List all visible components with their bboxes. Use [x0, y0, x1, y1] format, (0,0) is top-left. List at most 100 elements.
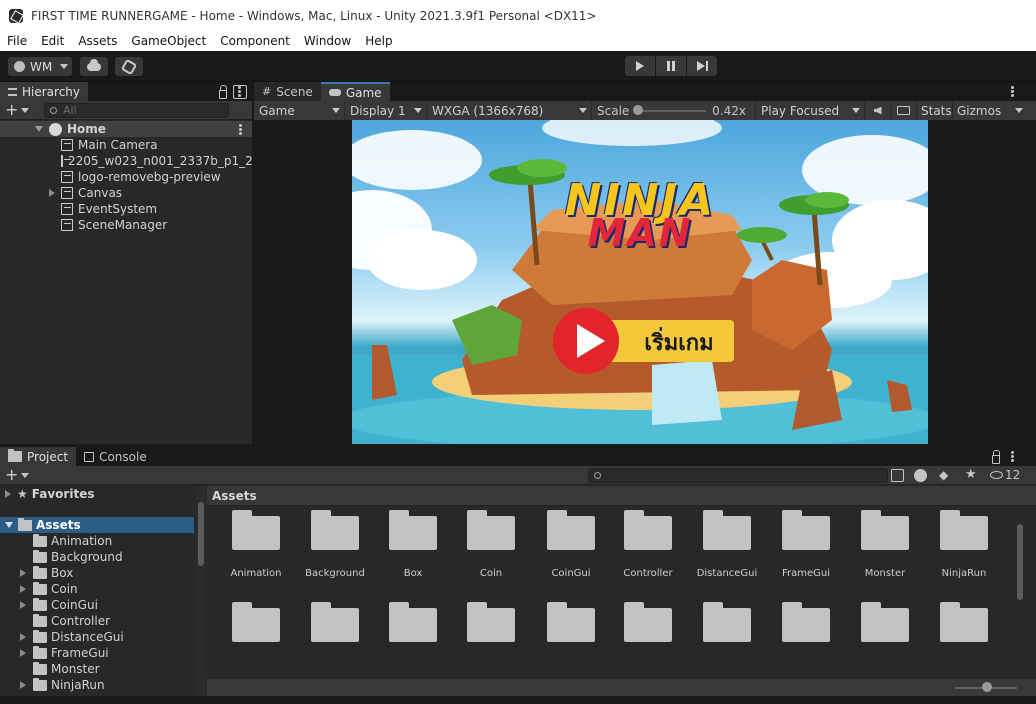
expand-arrow-icon[interactable]: [35, 126, 43, 132]
folder-tree-item[interactable]: Coin: [0, 581, 194, 597]
asset-folder[interactable]: CoinGui: [532, 506, 610, 588]
hierarchy-search-input[interactable]: All: [44, 103, 229, 118]
start-game-button[interactable]: เริ่มเกม: [624, 327, 734, 357]
lock-icon[interactable]: [219, 85, 227, 99]
asset-folder[interactable]: [296, 598, 374, 680]
project-search-input[interactable]: [588, 468, 888, 483]
pause-button[interactable]: [656, 56, 686, 76]
shortcuts-button[interactable]: [891, 101, 917, 120]
hierarchy-item[interactable]: logo-removebg-preview: [0, 169, 252, 185]
expand-arrow-icon[interactable]: [20, 585, 26, 593]
expand-arrow-icon[interactable]: [20, 569, 26, 577]
filter-by-type-icon[interactable]: [914, 469, 927, 482]
scene-row[interactable]: Home: [0, 121, 252, 137]
hidden-packages-button[interactable]: 12: [990, 468, 1020, 482]
hierarchy-item[interactable]: Main Camera: [0, 137, 252, 153]
tab-scene[interactable]: # Scene: [254, 82, 321, 101]
favorite-star-icon[interactable]: ★: [965, 467, 977, 482]
folder-tree-item[interactable]: FrameGui: [0, 645, 194, 661]
menu-window[interactable]: Window: [297, 34, 358, 48]
menu-component[interactable]: Component: [213, 34, 297, 48]
scene-menu-icon[interactable]: [239, 124, 242, 135]
expand-arrow-icon[interactable]: [20, 633, 26, 641]
asset-folder[interactable]: [846, 598, 924, 680]
display-dropdown[interactable]: Display 1: [345, 101, 427, 120]
menu-help[interactable]: Help: [358, 34, 399, 48]
asset-folder[interactable]: Animation: [217, 506, 295, 588]
asset-folder[interactable]: [217, 598, 295, 680]
hierarchy-item[interactable]: 2205_w023_n001_2337b_p1_2: [0, 153, 252, 169]
asset-folder[interactable]: Background: [296, 506, 374, 588]
assets-root-row[interactable]: Assets: [0, 517, 194, 533]
mute-audio-button[interactable]: [865, 101, 891, 120]
play-mode-dropdown[interactable]: Play Focused: [755, 101, 865, 120]
game-mode-dropdown[interactable]: Game: [254, 101, 345, 120]
scale-slider-track[interactable]: [638, 110, 706, 112]
menu-gameobject[interactable]: GameObject: [124, 34, 213, 48]
game-menu-icon[interactable]: [1011, 86, 1014, 97]
asset-folder[interactable]: Controller: [609, 506, 687, 588]
expand-arrow-icon[interactable]: [49, 189, 55, 197]
cloud-button[interactable]: [80, 57, 108, 76]
asset-folder[interactable]: Monster: [846, 506, 924, 588]
asset-folder[interactable]: DistanceGui: [688, 506, 766, 588]
folder-tree-item[interactable]: DistanceGui: [0, 629, 194, 645]
folder-tree-item[interactable]: Animation: [0, 533, 194, 549]
scrollbar-thumb[interactable]: [1017, 524, 1023, 600]
folder-tree-item[interactable]: CoinGui: [0, 597, 194, 613]
stats-button[interactable]: Stats: [917, 101, 953, 120]
lock-icon[interactable]: [992, 450, 1000, 464]
create-button[interactable]: +: [5, 102, 30, 118]
expand-arrow-icon[interactable]: [20, 681, 26, 689]
gizmos-dropdown[interactable]: Gizmos: [953, 101, 1011, 120]
menu-file[interactable]: File: [0, 34, 34, 48]
expand-arrow-icon[interactable]: [20, 601, 26, 609]
expand-arrow-icon[interactable]: [5, 522, 13, 528]
folder-tree-item[interactable]: Monster: [0, 661, 194, 677]
step-button[interactable]: [687, 56, 717, 76]
expand-arrow-icon[interactable]: [5, 490, 11, 498]
game-render[interactable]: NINJA MAN เริ่มเกม: [352, 120, 928, 444]
asset-folder[interactable]: [688, 598, 766, 680]
asset-folder[interactable]: NinjaRun: [925, 506, 1003, 588]
breadcrumb-assets[interactable]: Assets: [212, 489, 257, 503]
tab-console[interactable]: Console: [76, 447, 155, 466]
asset-folder[interactable]: [374, 598, 452, 680]
menu-assets[interactable]: Assets: [71, 34, 124, 48]
hierarchy-item[interactable]: EventSystem: [0, 201, 252, 217]
asset-folder[interactable]: FrameGui: [767, 506, 845, 588]
folder-tree-item[interactable]: Box: [0, 565, 194, 581]
account-dropdown[interactable]: WM: [8, 57, 72, 76]
hierarchy-item[interactable]: Canvas: [0, 185, 252, 201]
asset-folder[interactable]: [532, 598, 610, 680]
tab-hierarchy[interactable]: Hierarchy: [0, 82, 89, 101]
resolution-dropdown[interactable]: WXGA (1366x768): [427, 101, 592, 120]
folder-tree-item[interactable]: Controller: [0, 613, 194, 629]
collab-button[interactable]: [115, 57, 143, 76]
scrollbar-thumb[interactable]: [198, 502, 204, 566]
label-tag-icon[interactable]: ◆: [939, 468, 948, 482]
folder-tree-item[interactable]: NinjaRun: [0, 677, 194, 693]
asset-folder[interactable]: Box: [374, 506, 452, 588]
menu-edit[interactable]: Edit: [34, 34, 71, 48]
create-asset-button[interactable]: +: [5, 467, 30, 483]
gizmos-options-dropdown[interactable]: [1011, 101, 1027, 120]
asset-folder[interactable]: Coin: [452, 506, 530, 588]
asset-folder[interactable]: [767, 598, 845, 680]
folder-tree-scrollbar[interactable]: [196, 486, 206, 696]
expand-arrow-icon[interactable]: [20, 649, 26, 657]
project-menu-icon[interactable]: [1011, 451, 1014, 462]
tab-project[interactable]: Project: [0, 447, 77, 466]
search-by-type-icon[interactable]: [233, 85, 247, 99]
asset-folder[interactable]: [925, 598, 1003, 680]
tab-game[interactable]: Game: [320, 82, 390, 101]
scale-slider-thumb[interactable]: [633, 105, 643, 115]
asset-folder[interactable]: [452, 598, 530, 680]
search-by-type-icon[interactable]: [891, 469, 904, 482]
favorites-row[interactable]: ★ Favorites: [0, 486, 194, 502]
asset-folder[interactable]: [609, 598, 687, 680]
folder-tree-item[interactable]: Background: [0, 549, 194, 565]
play-button[interactable]: [625, 56, 655, 76]
icon-size-slider-thumb[interactable]: [982, 682, 992, 692]
hierarchy-item[interactable]: SceneManager: [0, 217, 252, 233]
